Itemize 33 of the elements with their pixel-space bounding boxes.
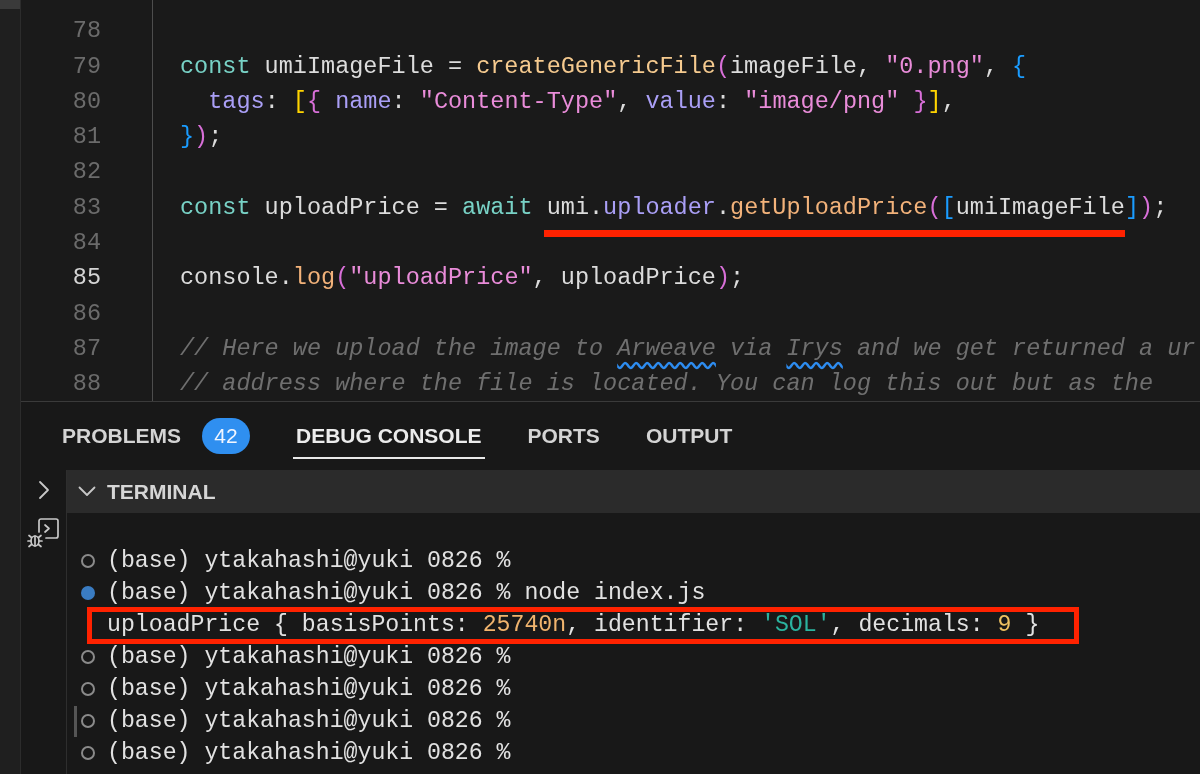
line-number: 85: [71, 263, 101, 294]
code-line: console.log("uploadPrice", uploadPrice);: [180, 263, 745, 294]
terminal-prompt-line: (base) ytakahashi@yuki 0826 % node index.js: [107, 580, 706, 606]
code-line: const umiImageFile = createGenericFile(imageFile, "0.png", {: [180, 51, 1027, 82]
code-line: });: [180, 122, 223, 153]
count-badge: 42: [202, 418, 250, 454]
activity-bar-tile: [0, 0, 20, 9]
panel-tab[interactable]: PORTS: [524, 415, 603, 459]
panel-tab[interactable]: DEBUG CONSOLE: [293, 415, 485, 459]
line-number: 86: [71, 298, 101, 329]
terminal-prompt-line: (base) ytakahashi@yuki 0826 %: [107, 708, 511, 734]
bug-terminal-icon[interactable]: [26, 518, 59, 548]
panel-tab[interactable]: PROBLEMS 42: [59, 415, 253, 459]
line-number: 78: [71, 16, 101, 47]
section-title: TERMINAL: [107, 478, 216, 505]
line-number: 80: [71, 86, 101, 117]
terminal-prompt-line: (base) ytakahashi@yuki 0826 %: [107, 548, 511, 574]
code-line: // Here we upload the image to Arweave via Irys and we get returned a ur: [180, 333, 1196, 364]
terminal-prompt-line: (base) ytakahashi@yuki 0826 %: [107, 676, 511, 702]
terminal-prompt-line: (base) ytakahashi@yuki 0826 %: [107, 740, 511, 766]
panel-tab[interactable]: OUTPUT: [642, 415, 736, 459]
line-number: 82: [71, 157, 101, 188]
code-line: const uploadPrice = await umi.uploader.getUploadPrice([umiImageFile]);: [180, 192, 1168, 223]
line-number: 83: [71, 192, 101, 223]
terminal-output-line: uploadPrice { basisPoints: 25740n, identifier: 'SOL', decimals: 9 }: [107, 612, 1040, 638]
line-number: 81: [71, 122, 101, 153]
code-line: // address where the file is located. You can log this out but as the: [180, 369, 1154, 400]
line-number: 88: [71, 369, 101, 400]
terminal-prompt-line: (base) ytakahashi@yuki 0826 %: [107, 644, 511, 670]
line-number: 84: [71, 228, 101, 259]
line-number: 87: [71, 333, 101, 364]
line-number: 79: [71, 51, 101, 82]
code-line: tags: [{ name: "Content-Type", value: "image/png" }],: [207, 86, 956, 117]
